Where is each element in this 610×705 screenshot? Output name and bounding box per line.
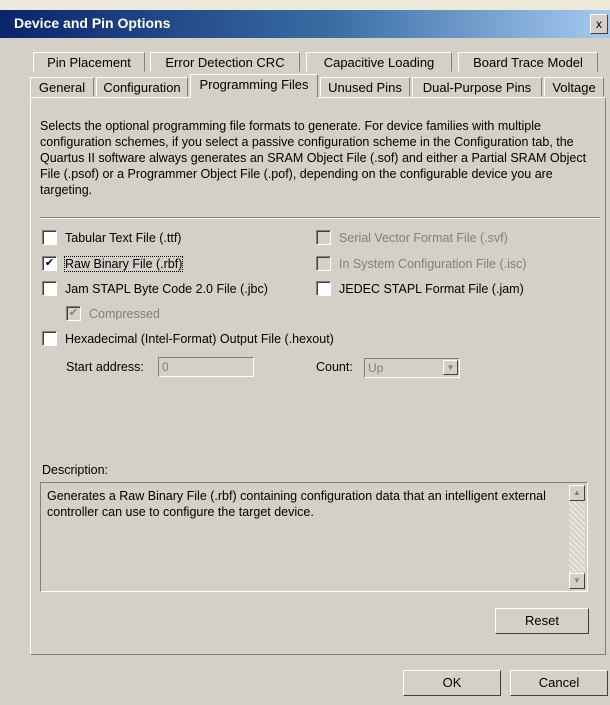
rbf-checkbox-box[interactable]: ✔ [42, 256, 57, 271]
compressed-label: Compressed [89, 306, 160, 321]
description-text: Generates a Raw Binary File (.rbf) conta… [47, 489, 546, 519]
count-dropdown[interactable]: Up ▼ [364, 358, 460, 378]
jbc-checkbox[interactable]: Jam STAPL Byte Code 2.0 File (.jbc) [42, 281, 268, 296]
jbc-label: Jam STAPL Byte Code 2.0 File (.jbc) [65, 281, 268, 296]
window-title: Device and Pin Options [14, 15, 171, 31]
divider [40, 217, 600, 219]
intro-text: Selects the optional programming file fo… [40, 119, 587, 197]
ttf-checkbox[interactable]: Tabular Text File (.ttf) [42, 230, 181, 245]
tab-general[interactable]: General [30, 77, 94, 97]
description-box: Generates a Raw Binary File (.rbf) conta… [40, 482, 588, 592]
cancel-button[interactable]: Cancel [510, 670, 608, 696]
start-address-label: Start address: [66, 360, 144, 374]
compressed-checkbox-box[interactable]: ✔ [66, 306, 81, 321]
close-button[interactable]: x [590, 14, 608, 34]
isc-label: In System Configuration File (.isc) [339, 256, 527, 271]
isc-checkbox-box[interactable] [316, 256, 331, 271]
compressed-checkbox[interactable]: ✔ Compressed [66, 306, 160, 321]
tab-unused-pins[interactable]: Unused Pins [320, 77, 410, 97]
svf-label: Serial Vector Format File (.svf) [339, 230, 508, 245]
svf-checkbox-box[interactable] [316, 230, 331, 245]
tab-capacitive-loading[interactable]: Capacitive Loading [306, 52, 452, 72]
ok-button[interactable]: OK [403, 670, 501, 696]
isc-checkbox[interactable]: In System Configuration File (.isc) [316, 256, 527, 271]
jbc-checkbox-box[interactable] [42, 281, 57, 296]
ttf-checkbox-box[interactable] [42, 230, 57, 245]
hexout-checkbox-box[interactable] [42, 331, 57, 346]
jam-label: JEDEC STAPL Format File (.jam) [339, 281, 524, 296]
description-scrollbar[interactable]: ▲ ▼ [569, 485, 585, 589]
tab-pin-placement[interactable]: Pin Placement [33, 52, 145, 72]
rbf-label: Raw Binary File (.rbf) [63, 255, 184, 272]
scroll-up-icon[interactable]: ▲ [569, 485, 585, 501]
tab-board-trace-model[interactable]: Board Trace Model [458, 52, 598, 72]
description-label: Description: [42, 463, 108, 477]
tab-dual-purpose-pins[interactable]: Dual-Purpose Pins [412, 77, 542, 97]
start-address-input[interactable]: 0 [158, 357, 254, 377]
ttf-label: Tabular Text File (.ttf) [65, 230, 182, 245]
hexout-label: Hexadecimal (Intel-Format) Output File (… [65, 331, 334, 346]
count-label: Count: [316, 360, 353, 374]
hexout-checkbox[interactable]: Hexadecimal (Intel-Format) Output File (… [42, 331, 334, 346]
tab-configuration[interactable]: Configuration [96, 77, 188, 97]
count-value: Up [368, 361, 384, 375]
chevron-down-icon[interactable]: ▼ [443, 360, 458, 375]
tab-error-detection-crc[interactable]: Error Detection CRC [150, 52, 300, 72]
rbf-checkbox[interactable]: ✔ Raw Binary File (.rbf) [42, 255, 184, 272]
dialog-window: Device and Pin Options x Pin Placement E… [0, 0, 610, 705]
svf-checkbox[interactable]: Serial Vector Format File (.svf) [316, 230, 508, 245]
scroll-down-icon[interactable]: ▼ [569, 573, 585, 589]
tab-programming-files[interactable]: Programming Files [190, 74, 318, 98]
jam-checkbox-box[interactable] [316, 281, 331, 296]
title-bar[interactable]: Device and Pin Options x [0, 10, 610, 38]
tab-voltage[interactable]: Voltage [544, 77, 604, 97]
reset-button[interactable]: Reset [495, 608, 589, 634]
jam-checkbox[interactable]: JEDEC STAPL Format File (.jam) [316, 281, 524, 296]
